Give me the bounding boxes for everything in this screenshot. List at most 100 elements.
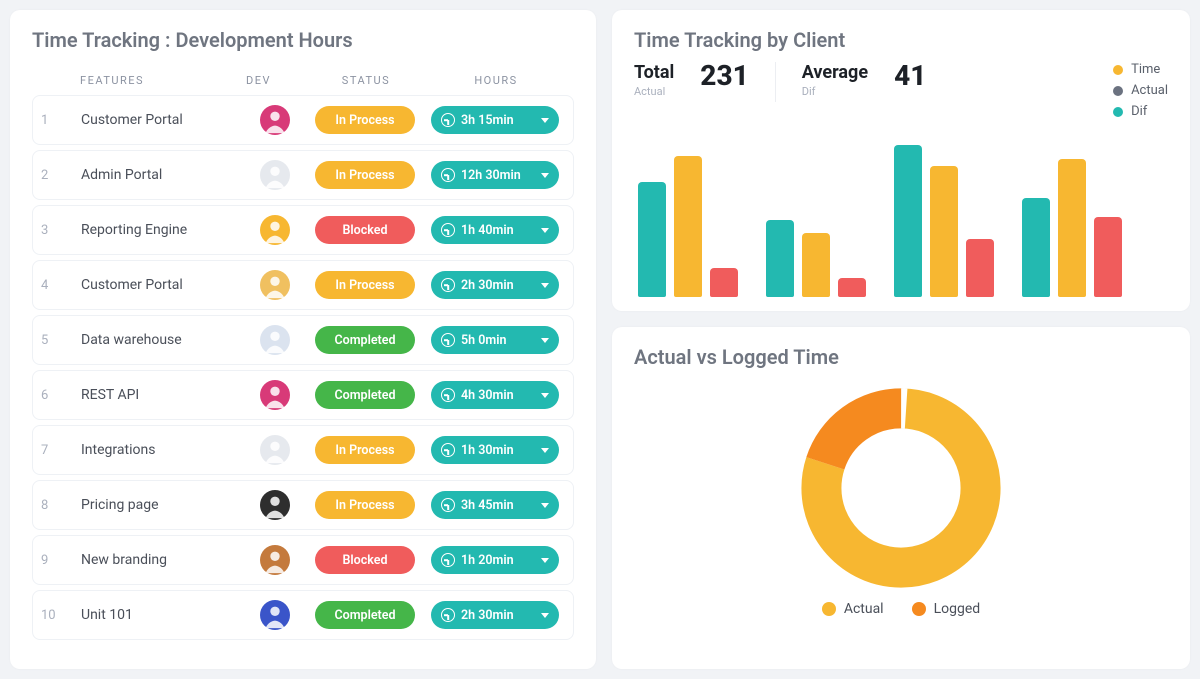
row-dev — [245, 325, 305, 355]
donut-legend: Actual Logged — [822, 601, 980, 617]
hours-dropdown[interactable]: 2h 30min — [431, 601, 559, 629]
hours-dropdown[interactable]: 1h 40min — [431, 216, 559, 244]
row-hours: 2h 30min — [425, 601, 565, 629]
bar-other — [1094, 217, 1122, 297]
row-index: 2 — [41, 168, 81, 183]
row-index: 3 — [41, 223, 81, 238]
hours-dropdown[interactable]: 1h 30min — [431, 436, 559, 464]
legend-dot-icon — [1113, 86, 1123, 96]
row-feature: New branding — [81, 552, 245, 568]
clock-icon — [441, 223, 455, 237]
chevron-down-icon — [541, 118, 549, 123]
stat-avg-value: 41 — [894, 62, 926, 90]
row-dev — [245, 215, 305, 245]
hours-dropdown[interactable]: 1h 20min — [431, 546, 559, 574]
hours-value: 3h 45min — [461, 498, 535, 513]
row-hours: 4h 30min — [425, 381, 565, 409]
dev-avatar — [260, 215, 290, 245]
hours-dropdown[interactable]: 5h 0min — [431, 326, 559, 354]
dev-avatar — [260, 490, 290, 520]
hours-dropdown[interactable]: 3h 15min — [431, 106, 559, 134]
donut-legend-actual-label: Actual — [844, 601, 884, 617]
hours-dropdown[interactable]: 2h 30min — [431, 271, 559, 299]
row-status: In Process — [305, 161, 425, 189]
row-hours: 3h 15min — [425, 106, 565, 134]
row-index: 8 — [41, 498, 81, 513]
bar-dif — [638, 182, 666, 297]
hours-value: 2h 30min — [461, 278, 535, 293]
table-row: 2Admin PortalIn Process12h 30min — [32, 150, 574, 200]
col-hours: HOURS — [426, 74, 566, 87]
legend-item-time: Time — [1113, 62, 1168, 77]
row-dev — [245, 270, 305, 300]
clock-icon — [441, 608, 455, 622]
hours-dropdown[interactable]: 12h 30min — [431, 161, 559, 189]
client-chart-legend: Time Actual Dif — [1113, 62, 1168, 119]
status-pill: Completed — [315, 326, 415, 354]
stat-total-sub: Actual — [634, 85, 674, 98]
chevron-down-icon — [541, 393, 549, 398]
row-hours: 3h 45min — [425, 491, 565, 519]
table-row: 10Unit 101Completed2h 30min — [32, 590, 574, 640]
dev-avatar — [260, 325, 290, 355]
dev-avatar — [260, 600, 290, 630]
chevron-down-icon — [541, 613, 549, 618]
stat-avg-sub: Dif — [802, 85, 868, 98]
stats-divider — [775, 62, 776, 102]
row-dev — [245, 160, 305, 190]
clock-icon — [441, 498, 455, 512]
table-row: 1Customer Portal In Process 3h 15min — [32, 95, 574, 145]
clock-icon — [441, 443, 455, 457]
hours-value: 12h 30min — [461, 168, 535, 183]
col-dev: DEV — [246, 74, 306, 87]
dev-avatar — [260, 435, 290, 465]
stat-avg: Average Dif — [802, 62, 868, 98]
chevron-down-icon — [541, 283, 549, 288]
row-status: In Process — [305, 436, 425, 464]
legend-item-actual: Actual — [1113, 83, 1168, 98]
row-hours: 5h 0min — [425, 326, 565, 354]
legend-label-actual: Actual — [1131, 83, 1168, 98]
hours-value: 5h 0min — [461, 333, 535, 348]
stat-avg-label: Average — [802, 62, 868, 83]
status-pill: In Process — [315, 106, 415, 134]
row-feature: Pricing page — [81, 497, 245, 513]
status-pill: Blocked — [315, 216, 415, 244]
row-index: 1 — [41, 113, 81, 128]
row-feature: Data warehouse — [81, 332, 245, 348]
donut-card: Actual vs Logged Time Actual Logged — [612, 327, 1190, 669]
bar-group — [638, 156, 738, 297]
bar-other — [966, 239, 994, 297]
stat-total: Total Actual — [634, 62, 674, 98]
bar-time — [674, 156, 702, 297]
legend-label-dif: Dif — [1131, 104, 1147, 119]
chevron-down-icon — [541, 558, 549, 563]
status-pill: In Process — [315, 271, 415, 299]
table-row: 6REST APICompleted4h 30min — [32, 370, 574, 420]
hours-dropdown[interactable]: 4h 30min — [431, 381, 559, 409]
clock-icon — [441, 333, 455, 347]
legend-dot-icon — [912, 602, 926, 616]
stat-total-value: 231 — [700, 62, 748, 90]
client-chart-card: Time Tracking by Client Total Actual 231… — [612, 10, 1190, 311]
bar-time — [930, 166, 958, 297]
row-dev — [245, 380, 305, 410]
dev-avatar — [260, 270, 290, 300]
bar-other — [838, 278, 866, 297]
clock-icon — [441, 553, 455, 567]
donut-legend-logged: Logged — [912, 601, 981, 617]
dev-avatar — [260, 545, 290, 575]
hours-dropdown[interactable]: 3h 45min — [431, 491, 559, 519]
row-index: 5 — [41, 333, 81, 348]
dev-avatar — [260, 160, 290, 190]
clock-icon — [441, 168, 455, 182]
row-hours: 2h 30min — [425, 271, 565, 299]
table-header: FEATURES DEV STATUS HOURS — [32, 62, 574, 95]
bar-dif — [766, 220, 794, 297]
row-feature: Customer Portal — [81, 112, 245, 128]
legend-dot-icon — [1113, 107, 1123, 117]
donut-legend-actual: Actual — [822, 601, 884, 617]
status-pill: Completed — [315, 601, 415, 629]
col-features: FEATURES — [80, 74, 246, 87]
bar-time — [1058, 159, 1086, 297]
